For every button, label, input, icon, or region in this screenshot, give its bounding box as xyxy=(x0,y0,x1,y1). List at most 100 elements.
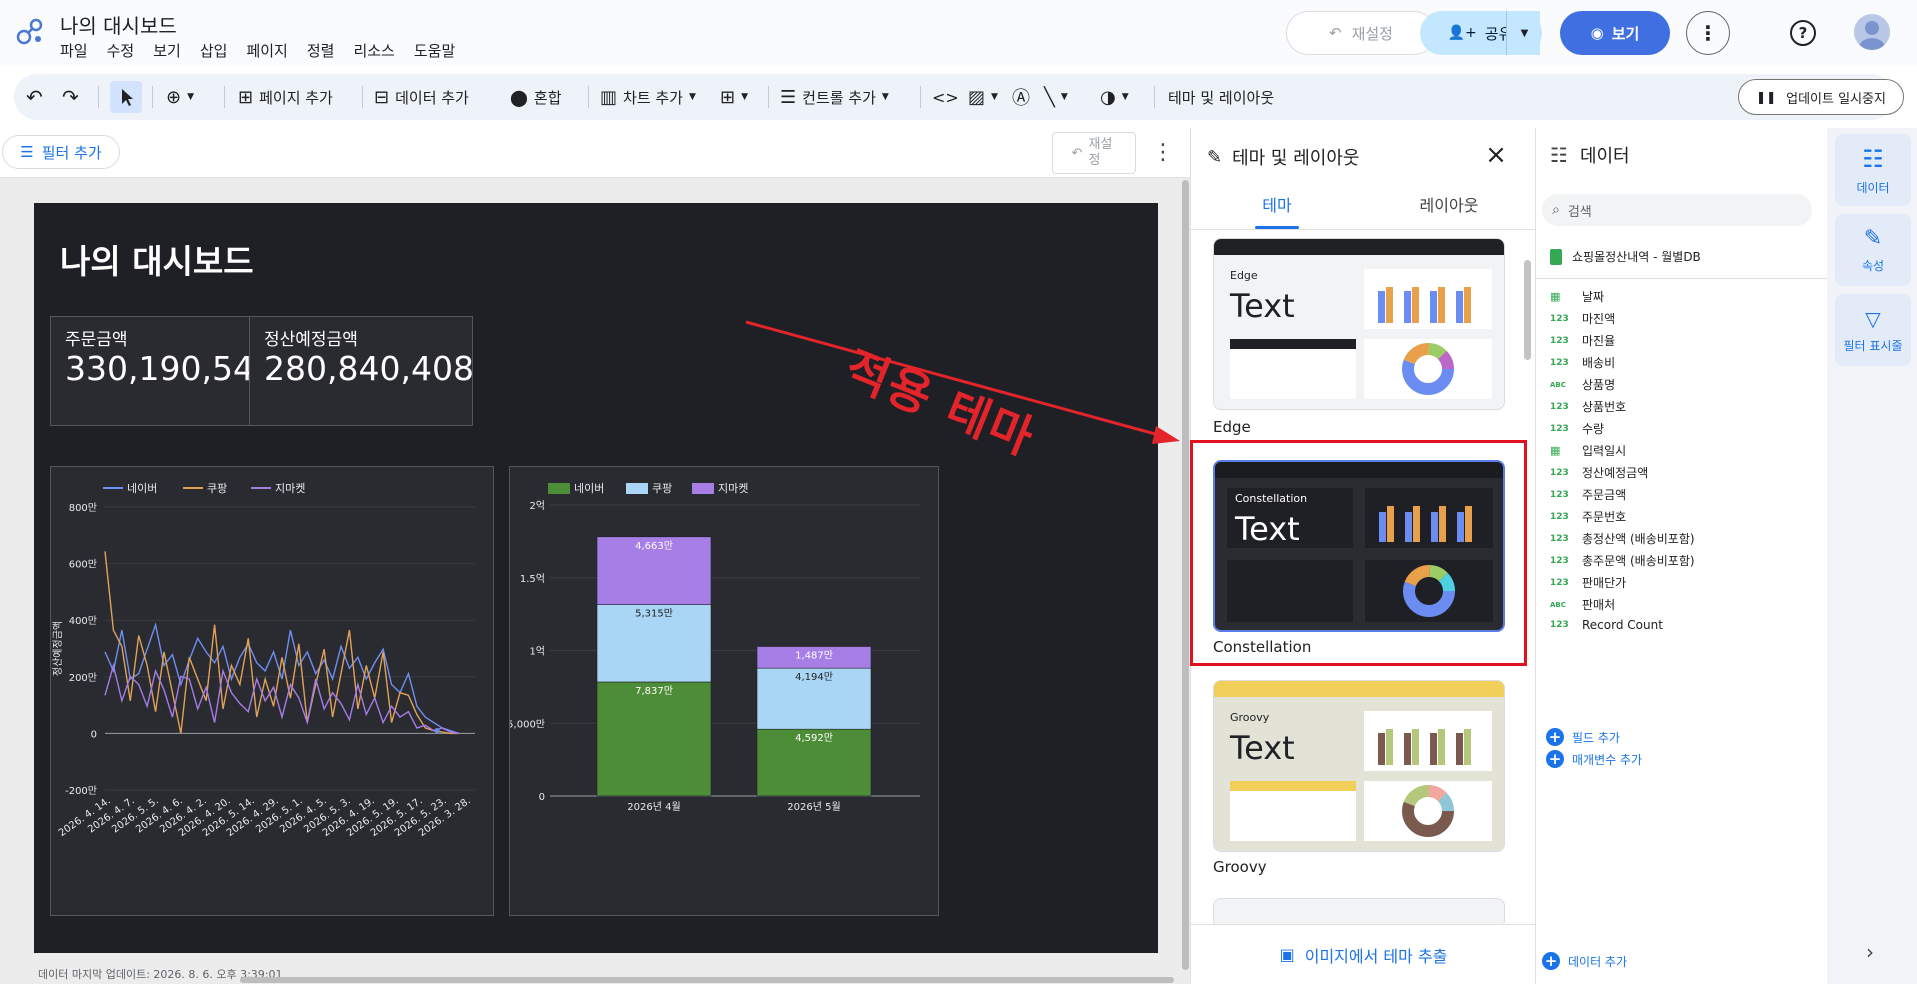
pause-icon: ❚❚ xyxy=(1756,90,1777,104)
field-item[interactable]: ▦ 날짜 xyxy=(1550,288,1604,305)
pause-updates-label: 업데이트 일시중지 xyxy=(1786,91,1886,107)
legend-swatch xyxy=(548,483,570,494)
field-item[interactable]: ABC 판매처 xyxy=(1550,596,1615,613)
cursor-icon xyxy=(122,89,133,106)
bar-chart-panel[interactable]: 네이버 쿠팡 지마켓 2억 1.5억 1억 5,000만 0 7,837만 5,315만 4,663… xyxy=(507,466,939,916)
y-tick-label: 5,000만 xyxy=(510,718,545,730)
redo-icon[interactable]: ↷ xyxy=(62,74,79,120)
canvas-horizontal-scrollbar[interactable] xyxy=(240,977,1174,983)
rail-filter-label: 필터 표시줄 xyxy=(1843,338,1903,353)
kpi-scorecard-order-amount[interactable]: 주문금액 330,190,540 xyxy=(50,316,275,426)
add-data-label: 데이터 추가 xyxy=(1568,954,1628,969)
add-data-button[interactable]: ⊟ 데이터 추가 xyxy=(374,74,469,120)
add-parameter-link[interactable]: + 매개변수 추가 xyxy=(1546,750,1642,768)
blend-button[interactable]: ⬤ 혼합 xyxy=(510,74,562,120)
menu-bar: 파일 수정 보기 삽입 페이지 정렬 리소스 도움말 xyxy=(60,40,474,61)
image-button[interactable]: ▨ ▼ xyxy=(968,74,998,120)
theme-panel-scrollbar[interactable] xyxy=(1524,260,1531,360)
field-item[interactable]: 123 판매단가 xyxy=(1550,574,1626,591)
rail-properties-button[interactable]: ✎ 속성 xyxy=(1835,214,1911,286)
undo-icon[interactable]: ↶ xyxy=(26,74,43,120)
view-button[interactable]: ◉ 보기 xyxy=(1560,11,1670,55)
bar-segment-네이버 xyxy=(596,681,712,797)
rail-filter-button[interactable]: ▽ 필터 표시줄 xyxy=(1835,294,1911,366)
line-chart-panel[interactable]: 네이버 쿠팡 지마켓 800만 600만 400만 200만 0 -200만 정산예정금액 2026… xyxy=(50,466,494,916)
chevron-right-icon[interactable]: › xyxy=(1866,940,1874,964)
add-page-button[interactable]: ⊞ 페이지 추가 xyxy=(238,74,333,120)
field-item[interactable]: 123 마진액 xyxy=(1550,310,1615,327)
filterbar-kebab-icon[interactable]: ⋮ xyxy=(1152,140,1174,166)
menu-file[interactable]: 파일 xyxy=(60,40,88,61)
data-search-input[interactable]: ⌕ 검색 xyxy=(1542,194,1812,226)
more-options-button[interactable]: ⋮ xyxy=(1686,11,1730,55)
close-icon[interactable]: × xyxy=(1481,140,1511,170)
line-button[interactable]: ╲ ▼ xyxy=(1044,74,1068,120)
canvas-vertical-scrollbar[interactable] xyxy=(1182,180,1189,970)
avatar[interactable] xyxy=(1854,14,1890,50)
field-name: 마진액 xyxy=(1582,312,1616,326)
reset-button[interactable]: ↶ 재설정 xyxy=(1286,11,1436,55)
extract-theme-from-image-button[interactable]: ▣ 이미지에서 테마 추출 xyxy=(1191,924,1536,984)
field-item[interactable]: 123 Record Count xyxy=(1550,618,1663,632)
theme-layout-button[interactable]: 테마 및 레이아웃 xyxy=(1168,74,1274,120)
tab-layout[interactable]: 레이아웃 xyxy=(1363,182,1535,230)
help-icon[interactable]: ? xyxy=(1790,20,1816,46)
embed-code-icon[interactable]: <> xyxy=(932,74,959,120)
sample-bar-chart xyxy=(1364,269,1492,329)
menu-help[interactable]: 도움말 xyxy=(414,40,455,61)
report-canvas[interactable]: 나의 대시보드 주문금액 330,190,540 정산예정금액 280,840,… xyxy=(0,178,1190,984)
community-viz-button[interactable]: ⊞ ▼ xyxy=(720,74,748,120)
select-tool[interactable] xyxy=(110,81,142,113)
rail-data-button[interactable]: ☷ 데이터 xyxy=(1835,134,1911,206)
theme-card-name: Groovy xyxy=(1230,711,1270,724)
search-placeholder: 검색 xyxy=(1567,204,1592,220)
field-item[interactable]: 123 상품번호 xyxy=(1550,398,1626,415)
tab-theme[interactable]: 테마 xyxy=(1191,182,1363,230)
menu-page[interactable]: 페이지 xyxy=(246,40,287,61)
reset-label: 재설정 xyxy=(1351,24,1393,43)
field-item[interactable]: 123 주문번호 xyxy=(1550,508,1626,525)
field-type-icon: 123 xyxy=(1550,467,1569,478)
field-item[interactable]: 123 총정산액 (배송비포함) xyxy=(1550,530,1695,547)
kpi-scorecard-settlement-amount[interactable]: 정산예정금액 280,840,408 xyxy=(249,316,474,426)
tab-divider xyxy=(1191,229,1536,230)
zoom-button[interactable]: ⊕ ▼ xyxy=(166,74,194,120)
filter-lines-icon: ☰ xyxy=(20,143,34,161)
menu-edit[interactable]: 수정 xyxy=(107,40,135,61)
document-title[interactable]: 나의 대시보드 xyxy=(60,10,177,39)
theme-card-sample-text: Text xyxy=(1230,729,1295,767)
menu-resource[interactable]: 리소스 xyxy=(353,40,394,61)
shape-button[interactable]: ◑ ▼ xyxy=(1100,74,1129,120)
add-field-link[interactable]: + 필드 추가 xyxy=(1546,728,1620,746)
field-item[interactable]: 123 배송비 xyxy=(1550,354,1615,371)
bar-data-label: 4,194만 xyxy=(795,671,833,683)
field-item[interactable]: 123 수량 xyxy=(1550,420,1604,437)
theme-card-edge[interactable]: Edge Text xyxy=(1213,238,1505,410)
report-title[interactable]: 나의 대시보드 xyxy=(60,235,254,283)
add-data-link[interactable]: + 데이터 추가 xyxy=(1542,952,1627,970)
sample-donut xyxy=(1364,339,1492,399)
looker-studio-logo[interactable] xyxy=(14,16,46,48)
menu-insert[interactable]: 삽입 xyxy=(200,40,228,61)
field-item[interactable]: ▦ 입력일시 xyxy=(1550,442,1626,459)
menu-arrange[interactable]: 정렬 xyxy=(307,40,335,61)
add-chart-button[interactable]: ▥ 차트 추가 ▼ xyxy=(600,74,696,120)
field-item[interactable]: 123 주문금액 xyxy=(1550,486,1626,503)
add-control-button[interactable]: ☰ 컨트롤 추가 ▼ xyxy=(780,74,889,120)
pause-updates-button[interactable]: ❚❚ 업데이트 일시중지 xyxy=(1738,79,1904,115)
field-item[interactable]: ABC 상품명 xyxy=(1550,376,1615,393)
theme-card-groovy[interactable]: Groovy Text xyxy=(1213,680,1505,852)
filter-reset-label: 재설정 xyxy=(1088,137,1113,168)
field-item[interactable]: 123 총주문액 (배송비포함) xyxy=(1550,552,1695,569)
field-item[interactable]: 123 정산예정금액 xyxy=(1550,464,1648,481)
field-item[interactable]: 123 마진율 xyxy=(1550,332,1615,349)
add-filter-button[interactable]: ☰ 필터 추가 xyxy=(2,135,120,169)
menu-view[interactable]: 보기 xyxy=(153,40,181,61)
y-tick-label: 0 xyxy=(91,729,97,740)
text-box-icon[interactable]: Ⓐ xyxy=(1012,74,1030,120)
field-name: Record Count xyxy=(1582,618,1663,632)
data-source-item[interactable]: 쇼핑몰정산내역 - 월별DB xyxy=(1550,248,1701,265)
image-icon: ▣ xyxy=(1279,945,1295,964)
filter-reset-button[interactable]: ↶ 재설정 xyxy=(1052,132,1136,174)
rail-properties-label: 속성 xyxy=(1861,259,1885,273)
